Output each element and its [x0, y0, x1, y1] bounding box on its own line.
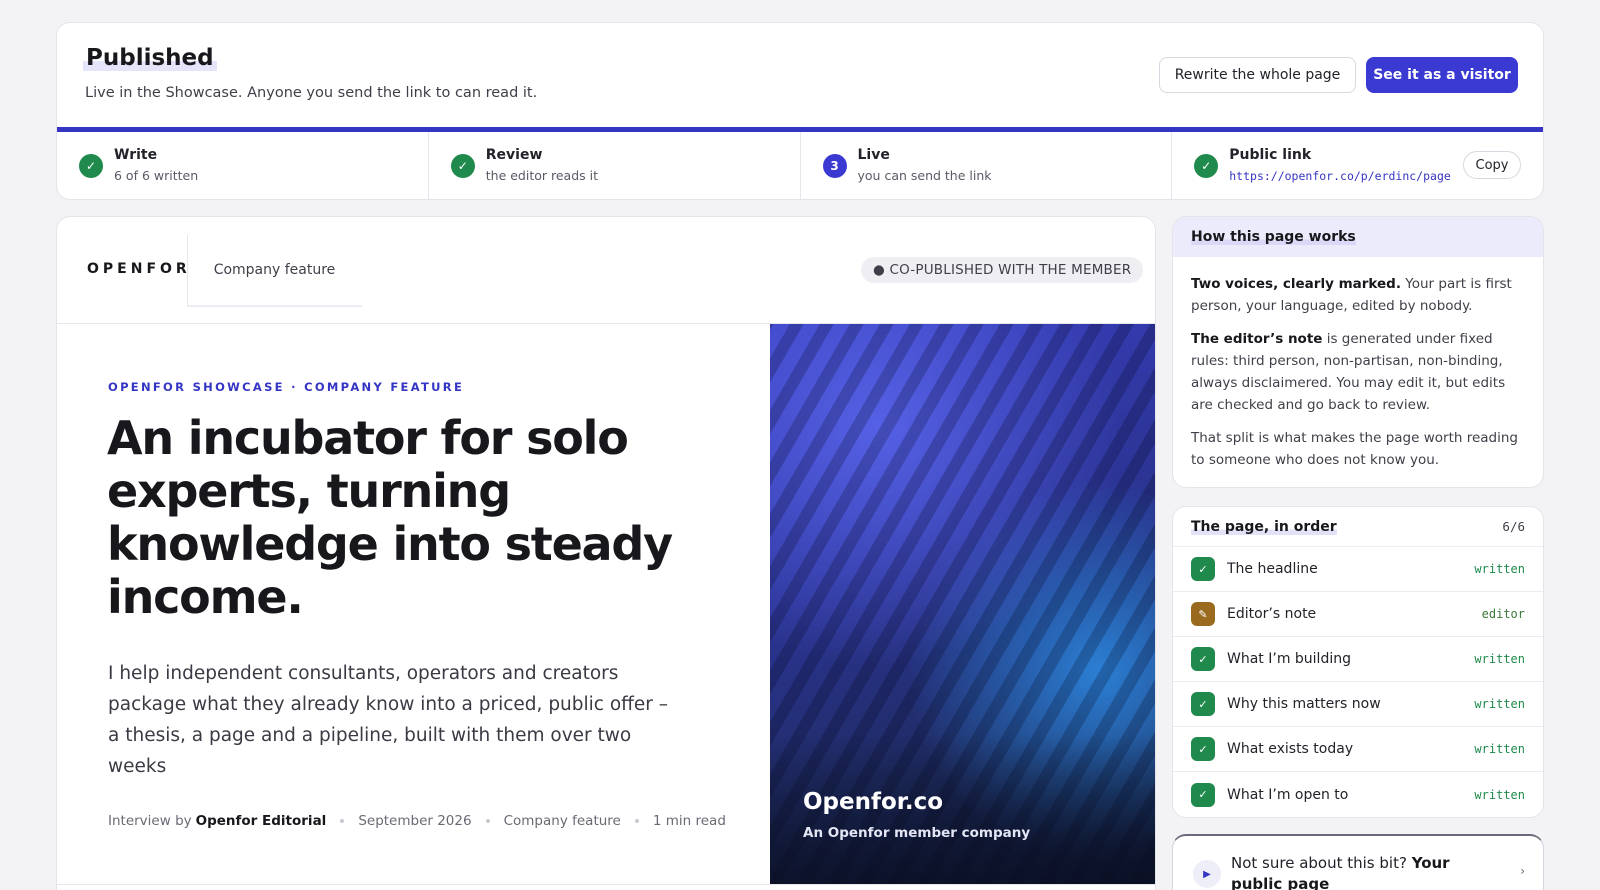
article-lede: I help independent consultants, operator…: [108, 663, 669, 777]
step-desc: you can send the link: [857, 168, 992, 183]
separator-dot: [340, 819, 345, 823]
order-row-label: What I’m open to: [1227, 786, 1349, 803]
check-icon: ✓: [1194, 154, 1219, 178]
order-row[interactable]: ✓ The headline written: [1173, 547, 1543, 592]
brand-logo: OPENFOR: [87, 261, 191, 277]
order-row-status: written: [1474, 742, 1525, 756]
check-icon: ✓: [79, 154, 103, 178]
byline-category: Company feature: [503, 813, 621, 829]
page-order-panel: The page, in order 6/6 ✓ The headline wr…: [1172, 506, 1544, 818]
separator-dot: [485, 819, 490, 823]
article-headline: An incubator for solo experts, turning k…: [107, 411, 673, 624]
hero-company-name: Openfor.co: [803, 789, 944, 815]
step-desc: the editor reads it: [485, 168, 599, 183]
step-title: Write: [114, 147, 158, 163]
copy-link-button[interactable]: Copy: [1463, 151, 1521, 179]
order-row[interactable]: ✓ Why this matters now written: [1173, 682, 1543, 727]
order-title: The page, in order: [1191, 518, 1337, 535]
divider: [57, 884, 1155, 885]
check-icon: ✓: [1191, 647, 1215, 671]
order-row-label: What exists today: [1227, 741, 1354, 757]
public-link[interactable]: https://openfor.co/p/erdinc/page: [1229, 169, 1451, 183]
how-page-works-panel: How this page works Two voices, clearly …: [1172, 216, 1544, 488]
step-review: ✓ Review the editor reads it: [429, 132, 801, 199]
play-icon: ▶: [1193, 860, 1221, 888]
article-eyebrow: OPENFOR SHOWCASE · COMPANY FEATURE: [108, 380, 465, 394]
check-icon: ✓: [1191, 692, 1215, 716]
byline-read-time: 1 min read: [652, 813, 726, 829]
step-public-link: ✓ Public link https://openfor.co/p/erdin…: [1172, 132, 1543, 199]
hero-image: Openfor.co An Openfor member company: [770, 324, 1155, 884]
order-row-status: written: [1474, 787, 1525, 802]
page-title: Published: [83, 45, 217, 71]
byline-author: Openfor Editorial: [195, 813, 327, 829]
step-title: Public link: [1229, 147, 1312, 163]
article-byline: Interview by Openfor Editorial September…: [108, 813, 726, 829]
rewrite-page-button[interactable]: Rewrite the whole page: [1159, 57, 1356, 93]
step-title: Review: [485, 147, 543, 163]
order-row-status: written: [1474, 652, 1525, 666]
check-icon: ✓: [1191, 737, 1215, 761]
chevron-right-icon[interactable]: ›: [1520, 864, 1525, 878]
order-row-status: written: [1474, 697, 1525, 711]
publish-status-card: Published Live in the Showcase. Anyone y…: [56, 22, 1544, 200]
byline-date: September 2026: [358, 813, 472, 829]
how-panel-header: How this page works: [1173, 217, 1543, 257]
step-live: 3 Live you can send the link: [801, 132, 1173, 199]
how-paragraph: That split is what makes the page worth …: [1191, 430, 1518, 468]
order-header: The page, in order 6/6: [1173, 507, 1543, 547]
help-prefix: Not sure about this bit?: [1231, 854, 1407, 872]
step-desc: 6 of 6 written: [114, 168, 199, 183]
preview-header: OPENFOR Company feature ● CO-PUBLISHED W…: [57, 217, 1155, 324]
order-row[interactable]: ✓ What I’m building written: [1173, 637, 1543, 682]
order-row[interactable]: ✓ What I’m open to written: [1173, 772, 1543, 817]
see-as-visitor-button[interactable]: See it as a visitor: [1366, 57, 1518, 93]
publish-steps: ✓ Write 6 of 6 written ✓ Review the edit…: [57, 132, 1543, 199]
help-prompt[interactable]: ▶ Not sure about this bit? Your public p…: [1172, 834, 1544, 890]
tab-company-feature[interactable]: Company feature: [187, 235, 362, 307]
separator-dot: [634, 819, 639, 823]
status-subtitle: Live in the Showcase. Anyone you send th…: [85, 85, 538, 101]
page-preview: OPENFOR Company feature ● CO-PUBLISHED W…: [56, 216, 1156, 890]
byline-prefix: Interview by: [108, 813, 192, 829]
how-bold: Two voices, clearly marked.: [1191, 276, 1401, 292]
check-icon: ✓: [1191, 557, 1215, 581]
order-row-status: written: [1474, 562, 1525, 576]
hero-company-sub: An Openfor member company: [803, 825, 1031, 841]
order-row[interactable]: ✓ What exists today written: [1173, 727, 1543, 772]
how-panel-body: Two voices, clearly marked. Your part is…: [1173, 257, 1543, 471]
check-icon: ✓: [450, 154, 475, 178]
order-row-label: What I’m building: [1227, 651, 1351, 667]
how-bold: The editor’s note: [1191, 331, 1323, 347]
order-row-label: Editor’s note: [1227, 606, 1317, 622]
pencil-icon: ✎: [1191, 602, 1215, 626]
order-row[interactable]: ✎ Editor’s note editor: [1173, 592, 1543, 637]
step-write: ✓ Write 6 of 6 written: [57, 132, 429, 199]
check-icon: ✓: [1191, 782, 1215, 807]
order-count: 6/6: [1502, 519, 1525, 534]
how-paragraph: Two voices, clearly marked. Your part is…: [1191, 273, 1525, 317]
how-panel-title: How this page works: [1191, 229, 1356, 245]
co-published-badge: ● CO-PUBLISHED WITH THE MEMBER: [861, 257, 1144, 283]
step-number-badge: 3: [822, 154, 847, 178]
order-row-label: Why this matters now: [1227, 696, 1381, 712]
order-row-label: The headline: [1227, 561, 1318, 577]
order-row-status: editor: [1481, 607, 1525, 621]
help-text: Not sure about this bit? Your public pag…: [1231, 853, 1501, 890]
how-paragraph: The editor’s note is generated under fix…: [1191, 328, 1525, 416]
step-title: Live: [857, 147, 890, 163]
